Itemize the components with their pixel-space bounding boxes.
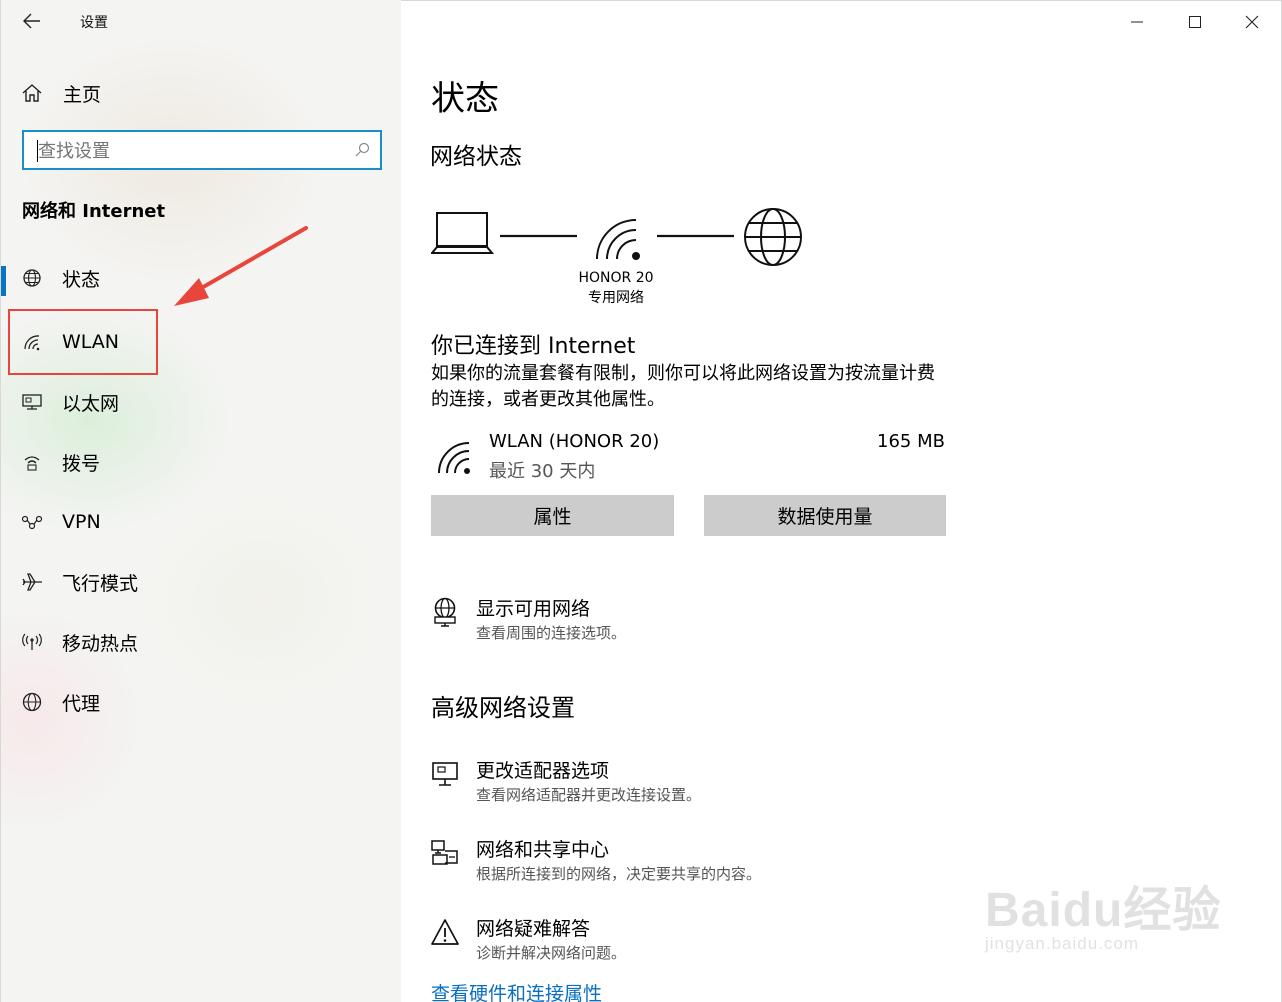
annotation-arrow (174, 226, 308, 306)
dialup-icon (24, 456, 40, 471)
globe-icon (22, 692, 42, 712)
back-arrow-icon (23, 13, 40, 29)
laptop-icon (431, 212, 495, 254)
adapter-icon (432, 762, 458, 786)
maximize-button[interactable] (1167, 1, 1223, 43)
nav-label: 移动热点 (62, 632, 139, 655)
title-bar: 设置 (1, 0, 402, 42)
adapter-options-title: 更改适配器选项 (476, 760, 610, 782)
warning-icon (431, 919, 459, 945)
close-button[interactable] (1224, 1, 1280, 43)
nav-item-dialup[interactable]: 拨号 (1, 436, 402, 488)
nav-item-ethernet[interactable]: 以太网 (1, 376, 402, 428)
internet-globe-icon (744, 208, 802, 266)
back-button[interactable] (15, 6, 49, 36)
home-icon (22, 84, 42, 102)
troubleshoot-title: 网络疑难解答 (476, 918, 591, 940)
hardware-properties-link[interactable]: 查看硬件和连接属性 (431, 979, 602, 1002)
nav-label: 状态 (62, 268, 101, 291)
nav-label: 飞行模式 (62, 572, 139, 595)
connection-name: WLAN (HONOR 20) (489, 431, 660, 452)
maximize-icon (1189, 16, 1201, 28)
main-content: 状态 网络状态 HONOR 20 专用网络 你已连接到 Internet 如果你… (401, 0, 1282, 1002)
adapter-options-desc: 查看网络适配器并更改连接设置。 (476, 786, 702, 804)
properties-button[interactable]: 属性 (431, 495, 674, 536)
network-name: HONOR 20 (578, 270, 654, 286)
search-icon (355, 142, 370, 157)
sharing-center-desc: 根据所连接到的网络，决定要共享的内容。 (476, 865, 762, 883)
nav-item-proxy[interactable]: 代理 (1, 676, 402, 728)
close-icon (1245, 15, 1259, 29)
section-title: 网络和 Internet (22, 201, 166, 222)
hotspot-icon (22, 633, 42, 650)
minimize-button[interactable] (1109, 1, 1165, 43)
show-networks-link[interactable]: 显示可用网络 查看周围的连接选项。 (429, 594, 989, 644)
sharing-center-title: 网络和共享中心 (476, 839, 610, 861)
connected-description: 如果你的流量套餐有限制，则你可以将此网络设置为按流量计费的连接，或者更改其他属性… (431, 363, 935, 410)
show-networks-title: 显示可用网络 (476, 598, 591, 620)
connection-row: WLAN (HONOR 20) 最近 30 天内 165 MB (431, 431, 951, 487)
nav-label: 代理 (62, 692, 101, 715)
adapter-options-link[interactable]: 更改适配器选项 查看网络适配器并更改连接设置。 (429, 756, 989, 806)
nav-item-vpn[interactable]: VPN (1, 496, 402, 548)
connection-period: 最近 30 天内 (489, 461, 596, 482)
watermark-brand: Baidu经验 (985, 884, 1222, 937)
show-networks-desc: 查看周围的连接选项。 (476, 624, 627, 642)
minimize-icon (1131, 21, 1143, 23)
advanced-settings-title: 高级网络设置 (431, 694, 575, 722)
nav-label: VPN (62, 511, 101, 533)
search-input[interactable] (38, 138, 338, 164)
sidebar: 设置 主页 网络和 Internet 状态 WLAN 以太网 拨号 VPN (0, 0, 401, 1002)
annotation-highlight-box (8, 309, 158, 375)
network-status-title: 网络状态 (430, 144, 522, 170)
troubleshoot-desc: 诊断并解决网络问题。 (476, 944, 627, 962)
sharing-center-icon (431, 840, 458, 865)
airplane-icon (22, 573, 42, 591)
search-box[interactable] (22, 130, 382, 170)
troubleshoot-link[interactable]: 网络疑难解答 诊断并解决网络问题。 (429, 914, 989, 964)
nav-item-airplane[interactable]: 飞行模式 (1, 556, 402, 608)
sharing-center-link[interactable]: 网络和共享中心 根据所连接到的网络，决定要共享的内容。 (429, 835, 989, 885)
baidu-watermark: Baidu经验 jingyan.baidu.com (985, 870, 1222, 953)
home-label: 主页 (63, 83, 102, 106)
network-type: 专用网络 (588, 290, 644, 306)
connected-title: 你已连接到 Internet (431, 334, 636, 359)
nav-item-hotspot[interactable]: 移动热点 (1, 616, 402, 668)
network-label: HONOR 20 专用网络 (541, 268, 691, 308)
globe-status-icon (23, 269, 41, 287)
home-nav-item[interactable]: 主页 (21, 78, 101, 108)
available-networks-icon (434, 597, 456, 627)
app-title: 设置 (80, 15, 108, 31)
nav-label: 拨号 (62, 452, 101, 475)
ethernet-icon (22, 394, 42, 410)
watermark-url: jingyan.baidu.com (985, 934, 1140, 953)
nav-label: 以太网 (62, 392, 120, 415)
vpn-icon (21, 515, 43, 530)
wifi-signal-icon (438, 442, 470, 474)
data-usage-button[interactable]: 数据使用量 (704, 495, 946, 536)
wifi-network-icon (596, 219, 640, 260)
page-title: 状态 (431, 79, 499, 119)
connection-usage: 165 MB (877, 431, 945, 452)
